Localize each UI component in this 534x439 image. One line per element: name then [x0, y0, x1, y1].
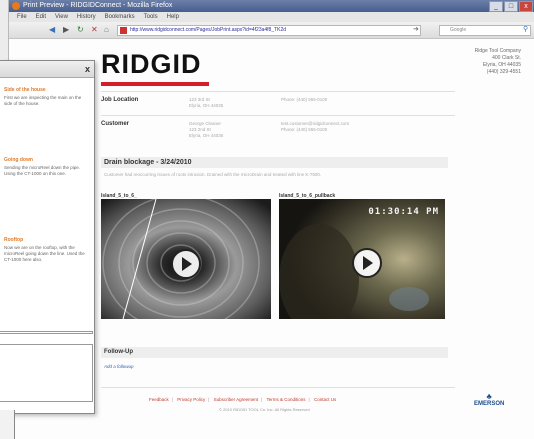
menu-edit[interactable]: Edit: [36, 12, 46, 22]
copyright-text: © 2010 RIDGID TOOL Co. Inc. All Rights R…: [219, 407, 310, 412]
close-button[interactable]: x: [519, 1, 533, 12]
customer-label: Customer: [101, 121, 130, 127]
emerson-wordmark: EMERSON: [474, 401, 505, 407]
privacy-policy-link[interactable]: Privacy Policy: [177, 397, 205, 402]
divider: [101, 91, 455, 92]
job-location-phone: Phone: (440) 555-0100: [281, 97, 328, 102]
note-title: Side of the house: [4, 87, 46, 93]
go-arrow-icon[interactable]: ➜: [413, 25, 419, 35]
emerson-mark-icon: ♣: [486, 392, 492, 401]
play-button[interactable]: [171, 249, 201, 279]
job-location-label: Job Location: [101, 97, 139, 103]
search-icon[interactable]: ⚲: [523, 25, 528, 35]
add-followup-link[interactable]: Add a followup: [104, 364, 134, 369]
menu-view[interactable]: View: [55, 12, 68, 22]
notes-panel: x Side of the house First we are inspect…: [0, 60, 95, 414]
divider: [0, 331, 93, 334]
note-body: First we are inspecting the main on the …: [4, 95, 82, 106]
menu-file[interactable]: File: [17, 12, 27, 22]
navigation-toolbar: ◀ ▶ ↻ ✕ ⌂ http://www.ridgidconnect.com/P…: [9, 22, 534, 39]
video-timestamp: 01:30:14 PM: [368, 207, 439, 217]
followup-title: Follow-Up: [101, 347, 448, 358]
notes-input-box[interactable]: [0, 344, 93, 402]
customer-name-address: George Cleaner 123 2nd St Elyria, OH 440…: [189, 121, 224, 138]
emerson-logo: ♣ EMERSON: [474, 392, 505, 408]
notes-panel-header: x: [0, 61, 94, 78]
customer-contact: test.customer@ridgidconnect.com Phone: (…: [281, 121, 350, 132]
contact-link[interactable]: Contact Us: [314, 397, 336, 402]
maximize-button[interactable]: □: [504, 1, 518, 12]
divider: [101, 387, 455, 388]
firefox-icon: [12, 2, 20, 10]
stop-icon[interactable]: ✕: [91, 25, 98, 35]
title-bar: Print Preview - RIDGIDConnect - Mozilla …: [9, 0, 534, 12]
menu-bookmarks[interactable]: Bookmarks: [105, 12, 135, 22]
note-body: Sending the microReel down the pipe. Usi…: [4, 165, 81, 176]
search-placeholder: Google: [450, 27, 467, 33]
forward-arrow-icon[interactable]: ▶: [63, 25, 69, 35]
search-input[interactable]: Google: [439, 25, 531, 36]
background-window-edge: [0, 410, 15, 439]
video-player[interactable]: [101, 199, 271, 319]
menu-tools[interactable]: Tools: [144, 12, 158, 22]
note-body: Now we are on the rooftop, with the micr…: [4, 245, 85, 262]
section-title: Drain blockage - 3/24/2010: [101, 157, 448, 168]
terms-link[interactable]: Terms & Conditions: [267, 397, 306, 402]
close-icon[interactable]: x: [85, 64, 90, 74]
feedback-link[interactable]: Feedback: [149, 397, 169, 402]
ridgid-logo: RIDGID: [101, 49, 202, 79]
window-title: Print Preview - RIDGIDConnect - Mozilla …: [23, 2, 173, 9]
menu-history[interactable]: History: [77, 12, 96, 22]
minimize-button[interactable]: _: [489, 1, 503, 12]
footer-links: Feedback | Privacy Policy | Subscriber Agr…: [149, 397, 337, 402]
site-favicon: [120, 27, 127, 34]
note-title: Rooftop: [4, 237, 24, 243]
subscriber-agreement-link[interactable]: Subscriber Agreement: [214, 397, 259, 402]
reload-icon[interactable]: ↻: [77, 25, 84, 35]
menu-help[interactable]: Help: [167, 12, 179, 22]
home-icon[interactable]: ⌂: [104, 25, 109, 35]
url-text: http://www.ridgidconnect.com/Pages/JobPr…: [130, 27, 287, 33]
logo-underline: [101, 82, 209, 86]
divider: [101, 115, 455, 116]
job-location-address: 123 3rd St Elyria, OH 44035: [189, 97, 224, 108]
company-address: Ridge Tool Company 400 Clark St. Elyria,…: [474, 48, 521, 75]
job-description: Customer had reoccurring issues of roots…: [104, 172, 322, 177]
url-bar[interactable]: http://www.ridgidconnect.com/Pages/JobPr…: [117, 25, 421, 36]
video-player[interactable]: 01:30:14 PM: [279, 199, 445, 319]
menu-bar: File Edit View History Bookmarks Tools H…: [9, 12, 534, 22]
back-arrow-icon[interactable]: ◀: [49, 25, 55, 35]
play-button[interactable]: [352, 248, 382, 278]
note-title: Going down: [4, 157, 33, 163]
